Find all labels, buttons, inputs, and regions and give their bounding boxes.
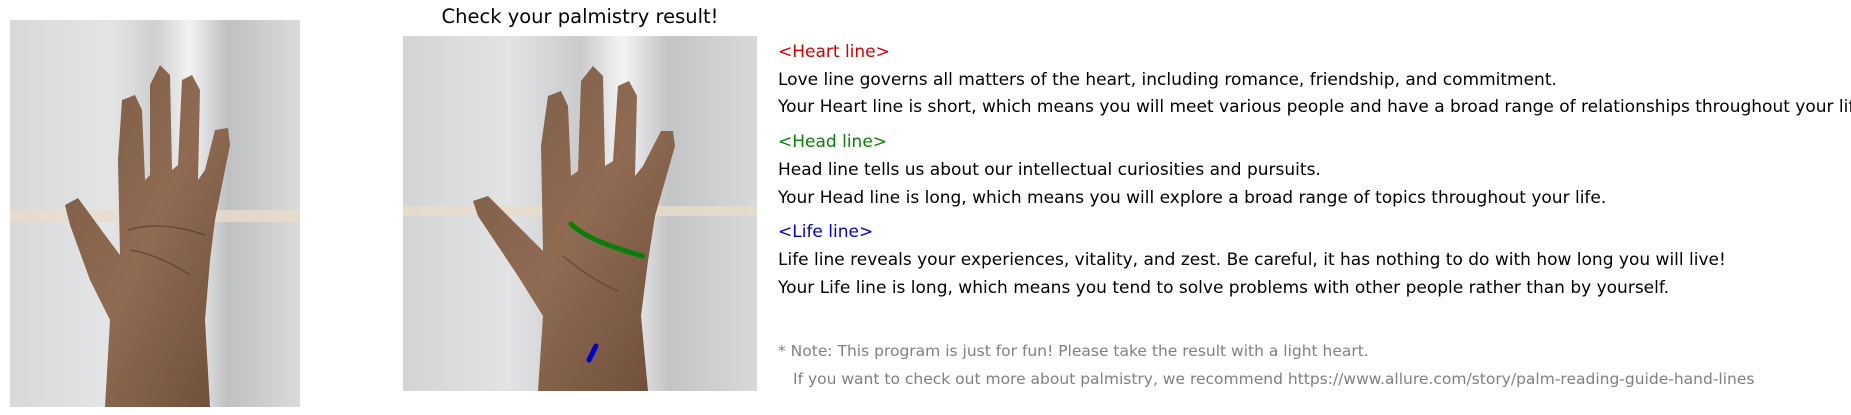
life-line-description: Life line reveals your experiences, vita… bbox=[778, 250, 1726, 270]
result-title: Check your palmistry result! bbox=[441, 5, 719, 28]
note-reference-link: If you want to check out more about palm… bbox=[793, 370, 1755, 388]
life-line-header: <Life line> bbox=[778, 222, 874, 242]
heart-line-result: Your Heart line is short, which means yo… bbox=[778, 97, 1851, 117]
head-line-description: Head line tells us about our intellectua… bbox=[778, 160, 1321, 180]
head-line-header: <Head line> bbox=[778, 132, 888, 152]
original-hand-image bbox=[10, 20, 300, 407]
result-hand-image bbox=[403, 36, 757, 391]
note-disclaimer: * Note: This program is just for fun! Pl… bbox=[778, 342, 1369, 360]
heart-line-header: <Heart line> bbox=[778, 42, 890, 62]
head-line-result: Your Head line is long, which means you … bbox=[778, 188, 1607, 208]
life-line-result: Your Life line is long, which means you … bbox=[778, 278, 1670, 298]
heart-line-description: Love line governs all matters of the hea… bbox=[778, 70, 1557, 90]
